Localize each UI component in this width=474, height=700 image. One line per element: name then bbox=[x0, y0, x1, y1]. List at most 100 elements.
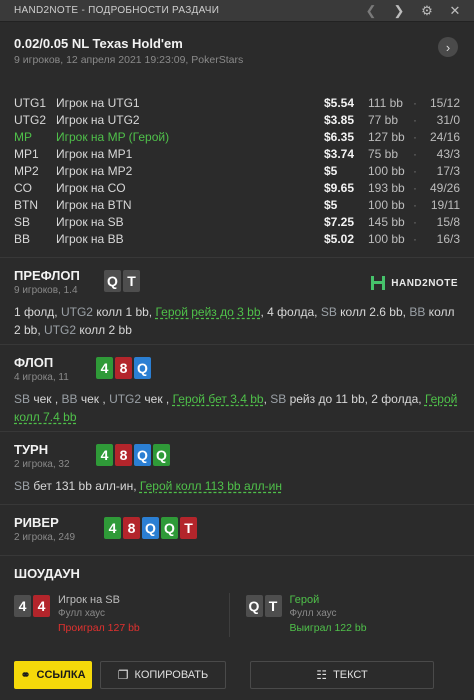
showdown-loser: 44 Игрок на SB Фулл хаус Проиграл 127 bb bbox=[14, 593, 229, 637]
copy-button-label: КОПИРОВАТЬ bbox=[134, 669, 209, 681]
separator: · bbox=[413, 129, 417, 144]
action-player: BB bbox=[409, 305, 426, 319]
player-stats: 31/0 bbox=[436, 112, 460, 127]
board-cards: 48QQT bbox=[104, 517, 197, 539]
player-position: CO bbox=[14, 180, 32, 195]
street-name: РИВЕР bbox=[14, 515, 59, 530]
player-stack: $3.85 bbox=[324, 112, 355, 127]
street-name: ТУРН bbox=[14, 442, 49, 457]
board-cards: 48QQ bbox=[96, 444, 170, 466]
separator: · bbox=[413, 180, 417, 195]
action-player: UTG2 bbox=[44, 323, 77, 337]
street-actions: SB бет 131 bb алл-ин, Герой колл 113 bb … bbox=[14, 477, 460, 495]
player-stats: 24/16 bbox=[429, 129, 460, 144]
player-row: BTN Игрок на BTN $5 100 bb · 19/11 bbox=[14, 196, 460, 213]
player-stack-bb: 111 bb bbox=[368, 95, 403, 110]
separator: · bbox=[413, 163, 417, 178]
street-name: ФЛОП bbox=[14, 355, 54, 370]
player-name: Игрок на BB bbox=[56, 231, 124, 246]
player-name: Игрок на MP1 bbox=[56, 146, 133, 161]
player-position: BB bbox=[14, 231, 31, 246]
player-stats: 19/11 bbox=[430, 197, 460, 212]
link-button-label: ССЫЛКА bbox=[36, 669, 86, 681]
turn-section: ТУРН 2 игрока, 32 48QQ SB бет 131 bb алл… bbox=[0, 432, 474, 504]
player-row: CO Игрок на CO $9.65 193 bb · 49/26 bbox=[14, 179, 460, 196]
chevron-right-icon[interactable]: › bbox=[438, 37, 458, 57]
street-info: 2 игрока, 32 bbox=[14, 459, 70, 470]
street-actions: 1 фолд, UTG2 колл 1 bb, Герой рейз до 3 … bbox=[14, 303, 460, 339]
chevron-right-icon[interactable]: ❯ bbox=[388, 0, 410, 22]
action-player: SB bbox=[320, 305, 337, 319]
action-text: рейз до 11 bb, 2 фолда, bbox=[286, 392, 425, 406]
player-stack-bb: 100 bb bbox=[368, 163, 405, 178]
player-position: MP bbox=[14, 129, 32, 144]
action-text: чек , bbox=[141, 392, 173, 406]
player-position: BTN bbox=[14, 197, 38, 212]
playing-card: 8 bbox=[115, 357, 132, 379]
text-button[interactable]: ☷ ТЕКСТ bbox=[250, 661, 434, 689]
player-row: BB Игрок на BB $5.02 100 bb · 16/3 bbox=[14, 230, 460, 247]
hand-header: 0.02/0.05 NL Texas Hold'em 9 игроков, 12… bbox=[0, 22, 474, 94]
playing-card: Q bbox=[134, 357, 151, 379]
chevron-left-icon[interactable]: ❮ bbox=[360, 0, 382, 22]
footer-toolbar: ⚭ ССЫЛКА ❐ КОПИРОВАТЬ ☷ ТЕКСТ bbox=[0, 650, 474, 700]
playing-card: Q bbox=[153, 444, 170, 466]
action-text: колл 1 bb, bbox=[92, 305, 156, 319]
player-stack: $5.02 bbox=[324, 231, 355, 246]
street-info: 9 игроков, 1.4 bbox=[14, 285, 78, 296]
playing-card: Q bbox=[161, 517, 178, 539]
player-stack-bb: 145 bb bbox=[368, 214, 405, 229]
player-row: UTG1 Игрок на UTG1 $5.54 111 bb · 15/12 bbox=[14, 94, 460, 111]
river-section: РИВЕР 2 игрока, 249 48QQT bbox=[0, 505, 474, 555]
showdown-player: Игрок на SB bbox=[58, 594, 120, 606]
player-stack: $7.25 bbox=[324, 214, 355, 229]
copy-button[interactable]: ❐ КОПИРОВАТЬ bbox=[100, 661, 226, 689]
action-text: чек , bbox=[77, 392, 110, 406]
board-cards: 48Q bbox=[96, 357, 151, 379]
hero-action[interactable]: Герой рейз до 3 bb bbox=[155, 305, 260, 319]
street-name: ПРЕФЛОП bbox=[14, 268, 80, 283]
playing-card: T bbox=[123, 270, 140, 292]
hero-hole-cards: QT bbox=[104, 270, 140, 292]
playing-card: Q bbox=[245, 595, 263, 617]
hero-action[interactable]: Герой колл 113 bb алл-ин bbox=[140, 479, 282, 493]
player-position: MP2 bbox=[14, 163, 39, 178]
preflop-section: ПРЕФЛОП 9 игроков, 1.4 QT HAND2NOTE 1 фо… bbox=[0, 258, 474, 344]
player-stack-bb: 127 bb bbox=[368, 129, 405, 144]
playing-card: 4 bbox=[14, 595, 31, 617]
action-player: SB bbox=[14, 479, 31, 493]
separator: · bbox=[413, 95, 417, 110]
player-name: Игрок на MP (Герой) bbox=[56, 129, 170, 144]
action-player: SB bbox=[14, 392, 31, 406]
playing-card: Q bbox=[142, 517, 159, 539]
gear-icon[interactable]: ⚙ bbox=[416, 0, 438, 22]
player-stack: $3.74 bbox=[324, 146, 355, 161]
street-info: 2 игрока, 249 bbox=[14, 532, 76, 543]
player-stats: 49/26 bbox=[429, 180, 460, 195]
separator: · bbox=[413, 197, 417, 212]
copy-icon: ❐ bbox=[117, 668, 129, 682]
action-text: чек , bbox=[30, 392, 62, 406]
playing-card: 4 bbox=[96, 444, 113, 466]
action-player: SB bbox=[270, 392, 287, 406]
text-button-label: ТЕКСТ bbox=[333, 669, 368, 681]
player-row: MP2 Игрок на MP2 $5 100 bb · 17/3 bbox=[14, 162, 460, 179]
hand2note-logo: HAND2NOTE bbox=[371, 276, 458, 290]
close-icon[interactable]: ✕ bbox=[444, 0, 466, 22]
showdown-cards: 44 bbox=[14, 595, 50, 637]
showdown-hand: Фулл хаус bbox=[58, 608, 106, 619]
street-name: ШОУДАУН bbox=[14, 566, 80, 581]
link-icon: ⚭ bbox=[20, 668, 31, 682]
player-stack: $5.54 bbox=[324, 95, 355, 110]
showdown-result: Выиграл 122 bb bbox=[289, 622, 367, 634]
playing-card: Q bbox=[104, 270, 121, 292]
action-player: UTG2 bbox=[60, 305, 93, 319]
street-info: 4 игрока, 11 bbox=[14, 372, 69, 383]
link-button[interactable]: ⚭ ССЫЛКА bbox=[14, 661, 92, 689]
playing-card: 4 bbox=[96, 357, 113, 379]
playing-card: Q bbox=[134, 444, 151, 466]
separator: · bbox=[413, 214, 417, 229]
player-stack-bb: 75 bb bbox=[368, 146, 399, 161]
hero-action[interactable]: Герой бет 3.4 bb bbox=[173, 392, 264, 406]
player-stack-bb: 100 bb bbox=[368, 231, 405, 246]
